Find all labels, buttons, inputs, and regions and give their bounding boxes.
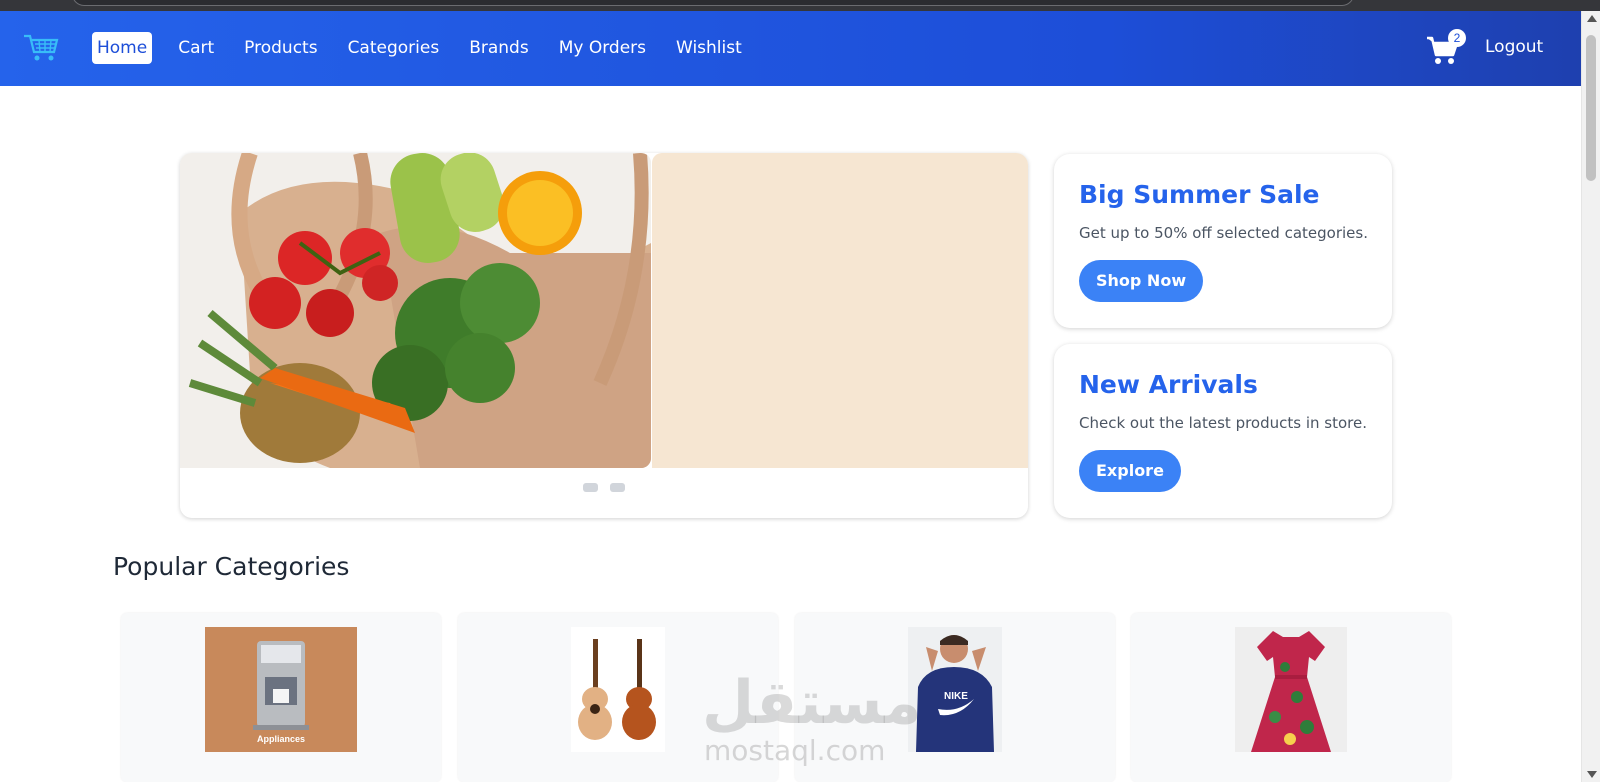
category-card[interactable] — [1131, 613, 1451, 782]
navbar: Home Cart Products Categories Brands My … — [0, 11, 1581, 86]
cart-button[interactable]: 2 — [1426, 29, 1466, 67]
promo-text: Check out the latest products in store. — [1079, 414, 1367, 432]
appliances-image-caption: Appliances — [256, 734, 305, 744]
browser-address-bar[interactable] — [72, 0, 1354, 6]
scroll-down-arrow-icon[interactable] — [1587, 771, 1597, 778]
promo-card-new-arrivals: New Arrivals Check out the latest produc… — [1054, 344, 1392, 518]
promo-title: New Arrivals — [1079, 370, 1258, 399]
slider-dot-2[interactable] — [610, 483, 625, 492]
slider-dots — [583, 483, 637, 492]
cart-count-badge: 2 — [1448, 29, 1466, 47]
promo-title: Big Summer Sale — [1079, 180, 1320, 209]
nav-link-brands[interactable]: Brands — [465, 32, 533, 64]
svg-text:NIKE: NIKE — [944, 691, 968, 702]
nav-link-products[interactable]: Products — [240, 32, 321, 64]
shopping-cart-logo-icon[interactable] — [22, 32, 60, 64]
grocery-bag-image — [180, 153, 651, 468]
guitars-image — [571, 627, 665, 752]
shop-now-button[interactable]: Shop Now — [1079, 260, 1204, 302]
slide-next-preview — [652, 153, 1028, 468]
scroll-thumb[interactable] — [1586, 35, 1596, 181]
appliances-image: Appliances — [205, 627, 357, 752]
logout-link[interactable]: Logout — [1485, 37, 1543, 57]
page-scrollbar[interactable] — [1581, 11, 1600, 782]
browser-chrome — [0, 0, 1600, 11]
category-card[interactable]: NIKE — [795, 613, 1115, 782]
nav-link-wishlist[interactable]: Wishlist — [672, 32, 746, 64]
nav-link-home[interactable]: Home — [92, 32, 153, 64]
hoodie-image: NIKE — [908, 627, 1002, 752]
nav-link-categories[interactable]: Categories — [344, 32, 444, 64]
promo-text: Get up to 50% off selected categories. — [1079, 224, 1368, 242]
category-card[interactable] — [458, 613, 778, 782]
promo-card-summer-sale: Big Summer Sale Get up to 50% off select… — [1054, 154, 1392, 328]
nav-link-cart[interactable]: Cart — [174, 32, 218, 64]
nav-links: Home Cart Products Categories Brands My … — [92, 32, 768, 64]
hero-slider — [180, 153, 1028, 518]
dress-image — [1235, 627, 1347, 752]
slider-dot-1[interactable] — [583, 483, 598, 492]
scroll-up-arrow-icon[interactable] — [1587, 15, 1597, 22]
section-title-popular-categories: Popular Categories — [113, 552, 350, 581]
category-card[interactable]: Appliances — [121, 613, 441, 782]
nav-link-my-orders[interactable]: My Orders — [555, 32, 650, 64]
explore-button[interactable]: Explore — [1079, 450, 1181, 492]
